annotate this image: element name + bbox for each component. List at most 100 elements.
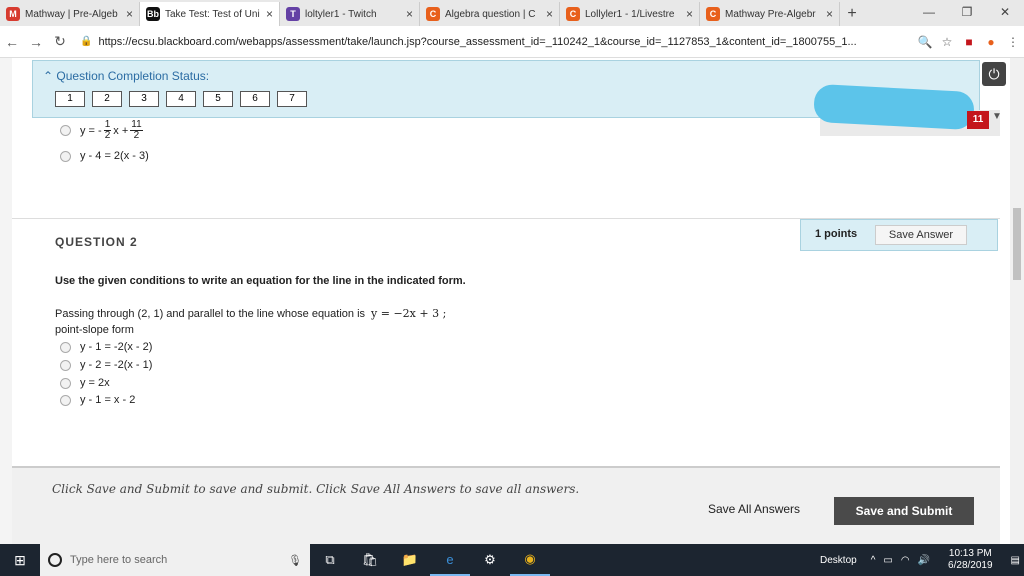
tab-livestream[interactable]: C Lollyler1 - 1/Livestre × — [560, 2, 700, 26]
previous-option-2[interactable]: y - 4 = 2(x - 3) — [60, 150, 149, 162]
status-header-text: Question Completion Status: — [56, 69, 210, 83]
save-and-submit-button[interactable]: Save and Submit — [834, 497, 974, 525]
previous-option-1[interactable]: y = - 12 x + 11 2 — [60, 120, 145, 141]
tab-title: loltyler1 - Twitch — [305, 8, 377, 20]
file-explorer-icon[interactable]: 📁 — [390, 544, 430, 576]
question-number[interactable]: 6 — [240, 91, 270, 107]
question-number[interactable]: 1 — [55, 91, 85, 107]
save-all-answers-button[interactable]: Save All Answers — [708, 502, 800, 516]
chevron-down-icon[interactable]: ▼ — [992, 111, 1002, 122]
microphone-icon[interactable]: 🎙 — [288, 554, 302, 567]
question-statement: Passing through (2, 1) and parallel to t… — [55, 307, 446, 320]
question-number[interactable]: 3 — [129, 91, 159, 107]
close-icon[interactable]: × — [826, 7, 833, 21]
zoom-icon[interactable]: 🔍 — [914, 35, 936, 49]
close-icon[interactable]: × — [266, 7, 273, 21]
twitch-icon: T — [286, 7, 300, 21]
close-icon[interactable]: × — [546, 7, 553, 21]
tab-algebra-question[interactable]: C Algebra question | C × — [420, 2, 560, 26]
close-icon[interactable]: × — [126, 7, 133, 21]
taskbar: ⊞ Type here to search 🎙 ⧉ 🛍 📁 e ⚙ ◉ Deskt… — [0, 544, 1024, 576]
status-header[interactable]: ⌃ Question Completion Status: — [43, 69, 209, 83]
minimize-icon[interactable]: — — [910, 0, 948, 24]
radio-button[interactable] — [60, 125, 71, 136]
store-icon[interactable]: 🛍 — [350, 544, 390, 576]
close-icon[interactable]: × — [406, 7, 413, 21]
action-center-icon[interactable]: ▤ — [1011, 555, 1020, 566]
chrome-icon[interactable]: ◉ — [510, 544, 550, 576]
wifi-icon[interactable]: ◠ — [901, 555, 910, 566]
edge-icon[interactable]: e — [430, 544, 470, 576]
fraction: 11 2 — [130, 120, 143, 141]
option-text: y = - — [80, 124, 102, 137]
answer-option-2[interactable]: y - 2 = -2(x - 1) — [60, 359, 152, 371]
steam-icon[interactable]: ⚙ — [470, 544, 510, 576]
tab-bar: M Mathway | Pre-Algeb × Bb Take Test: Test … — [0, 0, 1024, 26]
clock-time: 10:13 PM — [948, 548, 992, 559]
option-text: y - 2 = -2(x - 1) — [80, 359, 153, 371]
scrollbar[interactable] — [1010, 58, 1024, 544]
option-text: y = 2x — [80, 377, 110, 389]
scrollbar-thumb[interactable] — [1013, 208, 1021, 280]
save-answer-button[interactable]: Save Answer — [875, 225, 967, 245]
footer-hint: Click Save and Submit to save and submit… — [52, 482, 580, 496]
notification-badge[interactable]: 11 — [967, 111, 989, 129]
tab-take-test[interactable]: Bb Take Test: Test of Uni × — [140, 2, 280, 26]
battery-icon[interactable]: ▭ — [883, 555, 892, 566]
answer-option-1[interactable]: y - 1 = -2(x - 2) — [60, 341, 152, 353]
restore-icon[interactable]: ❐ — [948, 0, 986, 24]
volume-icon[interactable]: 🔊 — [918, 555, 930, 566]
tab-title: Algebra question | C — [445, 8, 536, 20]
question-number-list: 1 2 3 4 5 6 7 — [55, 91, 314, 107]
question-number[interactable]: 7 — [277, 91, 307, 107]
profile-icon[interactable]: ● — [980, 35, 1002, 49]
url-field[interactable]: 🔒 https://ecsu.blackboard.com/webapps/ass… — [80, 30, 906, 54]
star-icon[interactable]: ☆ — [936, 35, 958, 49]
tab-mathway[interactable]: M Mathway | Pre-Algeb × — [0, 2, 140, 26]
tab-mathway-2[interactable]: C Mathway Pre-Algebr × — [700, 2, 840, 26]
power-icon[interactable]: ⏻ — [982, 62, 1006, 86]
collapse-icon: ⌃ — [43, 69, 57, 83]
radio-button[interactable] — [60, 377, 71, 389]
menu-icon[interactable]: ⋮ — [1002, 35, 1024, 49]
question-number[interactable]: 2 — [92, 91, 122, 107]
points-box: 1 points Save Answer — [800, 219, 998, 251]
new-tab-button[interactable]: + — [840, 2, 864, 26]
radio-button[interactable] — [60, 150, 71, 162]
back-icon[interactable]: ← — [0, 34, 24, 50]
task-view-icon[interactable]: ⧉ — [310, 544, 350, 576]
answer-option-3[interactable]: y = 2x — [60, 377, 110, 389]
equation-text: y = −2x + 3 ; — [371, 307, 447, 320]
denominator: 2 — [133, 130, 140, 141]
reload-icon[interactable]: ↻ — [48, 33, 72, 50]
option-text: y - 4 = 2(x - 3) — [80, 150, 149, 162]
clock[interactable]: 10:13 PM 6/28/2019 — [948, 548, 993, 572]
answer-option-4[interactable]: y - 1 = x - 2 — [60, 394, 135, 406]
option-text: y - 1 = x - 2 — [80, 394, 136, 406]
question-number[interactable]: 5 — [203, 91, 233, 107]
lock-icon: 🔒 — [80, 36, 93, 47]
mathway-icon: M — [6, 7, 20, 21]
fraction: 12 — [103, 120, 112, 141]
windows-start-icon[interactable]: ⊞ — [0, 544, 40, 576]
radio-button[interactable] — [60, 359, 71, 371]
address-bar: ← → ↻ 🔒 https://ecsu.blackboard.com/webap… — [0, 26, 1024, 58]
chegg-icon: C — [426, 7, 440, 21]
forward-icon[interactable]: → — [24, 34, 48, 50]
radio-button[interactable] — [60, 394, 71, 406]
search-placeholder: Type here to search — [70, 554, 168, 566]
tab-twitch[interactable]: Tloltyler1 - Twitch × — [280, 2, 420, 26]
page-content: y = - 12 x + 11 2 y - 4 = 2(x - 3) ⌃ Ques… — [0, 58, 1024, 544]
close-icon[interactable]: × — [686, 7, 693, 21]
desktop-label[interactable]: Desktop — [820, 555, 857, 566]
taskbar-search[interactable]: Type here to search 🎙 — [40, 544, 310, 576]
radio-button[interactable] — [60, 341, 71, 353]
question-number[interactable]: 4 — [166, 91, 196, 107]
close-window-icon[interactable]: ✕ — [986, 0, 1024, 24]
blackboard-icon: Bb — [146, 7, 160, 21]
overflow-icon[interactable]: ^ — [871, 555, 876, 566]
statement-text: Passing through (2, 1) and parallel to t… — [55, 308, 366, 320]
window-controls: — ❐ ✕ — [910, 0, 1024, 24]
extension-icon[interactable]: ■ — [958, 35, 980, 49]
question-card: QUESTION 2 1 points Save Answer Use the … — [12, 218, 1000, 462]
